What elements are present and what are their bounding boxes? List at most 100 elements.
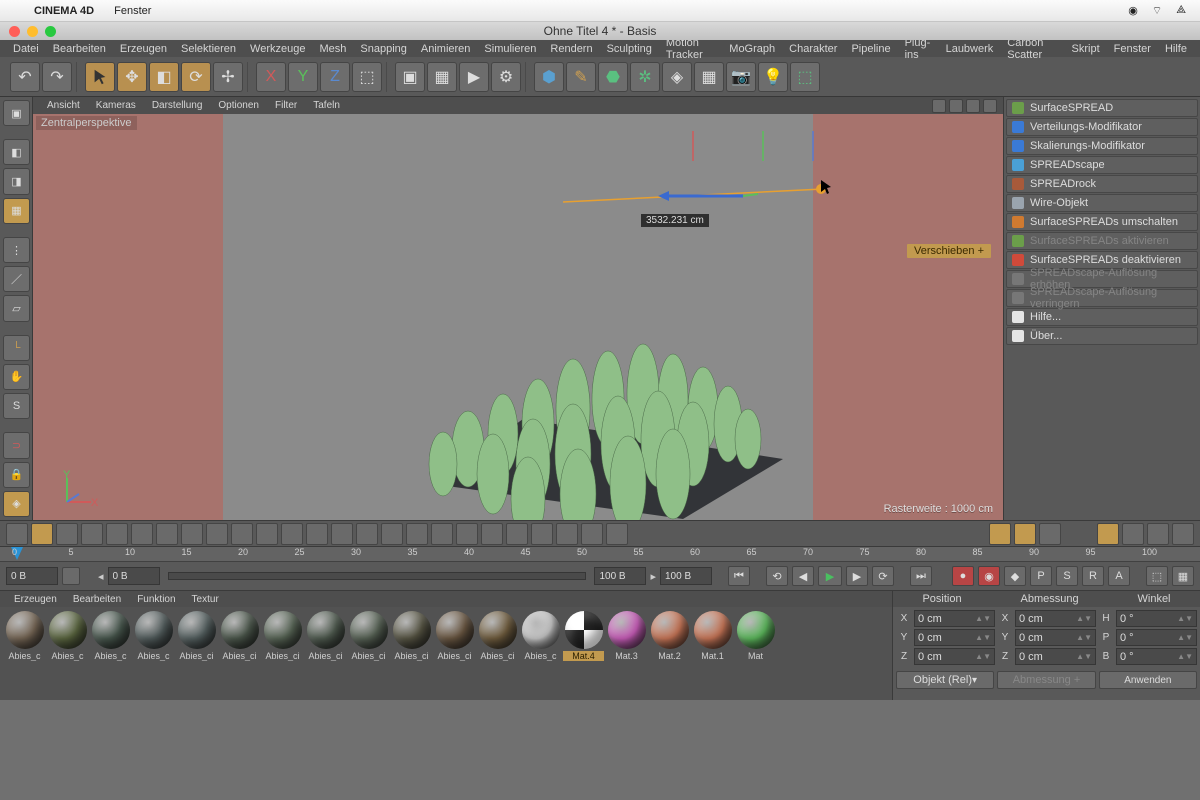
environment-button[interactable]: ▦	[694, 62, 724, 92]
vp-layout-icon[interactable]	[983, 99, 997, 113]
key-opt-button[interactable]: ▦	[1172, 566, 1194, 586]
goto-end-button[interactable]: ⏭	[910, 566, 932, 586]
mac-menu-item[interactable]: Fenster	[114, 5, 151, 17]
range-start-input[interactable]	[108, 567, 160, 585]
vp-pan-icon[interactable]	[932, 99, 946, 113]
minimize-window-button[interactable]	[27, 26, 38, 37]
material-item[interactable]: Abies_c	[520, 611, 561, 696]
prev-frame-button[interactable]: ◀	[792, 566, 814, 586]
goto-start-button[interactable]: ⏮	[728, 566, 750, 586]
vp-menu-item[interactable]: Ansicht	[39, 100, 88, 111]
menu-item[interactable]: Werkzeuge	[243, 43, 312, 55]
menu-item[interactable]: Sculpting	[600, 43, 659, 55]
app-name[interactable]: CINEMA 4D	[34, 5, 94, 17]
total-frames-input[interactable]	[660, 567, 712, 585]
render-pv-button[interactable]: ▶	[459, 62, 489, 92]
vp-rotate-icon[interactable]	[966, 99, 980, 113]
light-button[interactable]: 💡	[758, 62, 788, 92]
coord-dim-dropdown[interactable]: Abmessung +	[997, 671, 1095, 689]
menu-item[interactable]: Rendern	[543, 43, 599, 55]
sec-tool[interactable]	[1147, 523, 1169, 545]
material-item[interactable]: Abies_c	[133, 611, 174, 696]
maximize-window-button[interactable]	[45, 26, 56, 37]
sec-tool[interactable]	[256, 523, 278, 545]
mat-menu-item[interactable]: Bearbeiten	[65, 594, 129, 605]
edges-mode-button[interactable]: ／	[3, 266, 30, 292]
sec-tool[interactable]	[1039, 523, 1061, 545]
make-editable-button[interactable]: ▣	[3, 100, 30, 126]
move-tool[interactable]: ✥	[117, 62, 147, 92]
cloth-button[interactable]: ⬚	[790, 62, 820, 92]
menu-item[interactable]: Erzeugen	[113, 43, 174, 55]
material-item[interactable]: Abies_c	[47, 611, 88, 696]
coord-input[interactable]: 0 cm▲▼	[914, 629, 995, 646]
sec-tool[interactable]	[1122, 523, 1144, 545]
sec-tool[interactable]	[606, 523, 628, 545]
camera-button[interactable]: 📷	[726, 62, 756, 92]
step-back-button[interactable]: ⟲	[766, 566, 788, 586]
points-mode-button[interactable]: ⋮	[3, 237, 30, 263]
scale-tool[interactable]: ◧	[149, 62, 179, 92]
lock-z-button[interactable]: Z	[320, 62, 350, 92]
material-item[interactable]: Abies_ci	[219, 611, 260, 696]
menu-item[interactable]: Simulieren	[477, 43, 543, 55]
sec-tool[interactable]	[1014, 523, 1036, 545]
plugin-item[interactable]: SPREADrock	[1006, 175, 1198, 193]
menu-item[interactable]: Fenster	[1107, 43, 1158, 55]
menu-item[interactable]: Hilfe	[1158, 43, 1194, 55]
sec-tool[interactable]	[156, 523, 178, 545]
snap-button[interactable]: S	[3, 393, 30, 419]
menu-item[interactable]: Pipeline	[844, 43, 897, 55]
autokey-button[interactable]: ◉	[978, 566, 1000, 586]
vp-menu-item[interactable]: Darstellung	[144, 100, 211, 111]
sec-tool[interactable]	[181, 523, 203, 545]
menu-item[interactable]: Snapping	[353, 43, 414, 55]
plugin-item[interactable]: Über...	[1006, 327, 1198, 345]
material-item[interactable]: Abies_ci	[391, 611, 432, 696]
sec-tool[interactable]	[989, 523, 1011, 545]
coord-input[interactable]: 0 cm▲▼	[914, 648, 995, 665]
cc-icon[interactable]: ◉	[1128, 4, 1138, 18]
menu-item[interactable]: Skript	[1065, 43, 1107, 55]
sec-tool[interactable]	[381, 523, 403, 545]
vp-menu-item[interactable]: Filter	[267, 100, 305, 111]
plugin-item[interactable]: Skalierungs-Modifikator	[1006, 137, 1198, 155]
close-window-button[interactable]	[9, 26, 20, 37]
menu-item[interactable]: Datei	[6, 43, 46, 55]
sec-tool[interactable]	[556, 523, 578, 545]
primitive-button[interactable]: ⬢	[534, 62, 564, 92]
dropbox-icon[interactable]: ⟁	[1176, 4, 1186, 18]
sec-tool[interactable]	[406, 523, 428, 545]
material-item[interactable]: Abies_c	[4, 611, 45, 696]
sec-tool[interactable]	[356, 523, 378, 545]
sec-tool[interactable]	[506, 523, 528, 545]
key-scale-button[interactable]: S	[1056, 566, 1078, 586]
coord-input[interactable]: 0 °▲▼	[1116, 610, 1197, 627]
axis-button[interactable]: └	[3, 335, 30, 361]
sec-tool[interactable]	[56, 523, 78, 545]
lock-x-button[interactable]: X	[256, 62, 286, 92]
key-rot-button[interactable]: R	[1082, 566, 1104, 586]
misc-button[interactable]: ◈	[3, 491, 30, 517]
vp-zoom-icon[interactable]	[949, 99, 963, 113]
material-item[interactable]: Abies_c	[90, 611, 131, 696]
vp-menu-item[interactable]: Tafeln	[305, 100, 348, 111]
key-sel-button[interactable]: ◆	[1004, 566, 1026, 586]
material-item[interactable]: Mat.4	[563, 611, 604, 696]
coord-input[interactable]: 0 cm▲▼	[914, 610, 995, 627]
menu-item[interactable]: Animieren	[414, 43, 478, 55]
deformer-button[interactable]: ◈	[662, 62, 692, 92]
mat-menu-item[interactable]: Textur	[184, 594, 227, 605]
coord-input[interactable]: 0 °▲▼	[1116, 648, 1197, 665]
plugin-item[interactable]: Verteilungs-Modifikator	[1006, 118, 1198, 136]
menu-item[interactable]: Charakter	[782, 43, 844, 55]
magnet-button[interactable]: ⊃	[3, 432, 30, 458]
material-item[interactable]: Abies_ci	[262, 611, 303, 696]
sec-tool[interactable]	[481, 523, 503, 545]
keyframe-icon[interactable]	[62, 567, 80, 585]
sec-tool[interactable]	[431, 523, 453, 545]
coord-input[interactable]: 0 cm▲▼	[1015, 648, 1096, 665]
pen-tool[interactable]: ✎	[566, 62, 596, 92]
vp-menu-item[interactable]: Kameras	[88, 100, 144, 111]
sec-tool[interactable]	[106, 523, 128, 545]
